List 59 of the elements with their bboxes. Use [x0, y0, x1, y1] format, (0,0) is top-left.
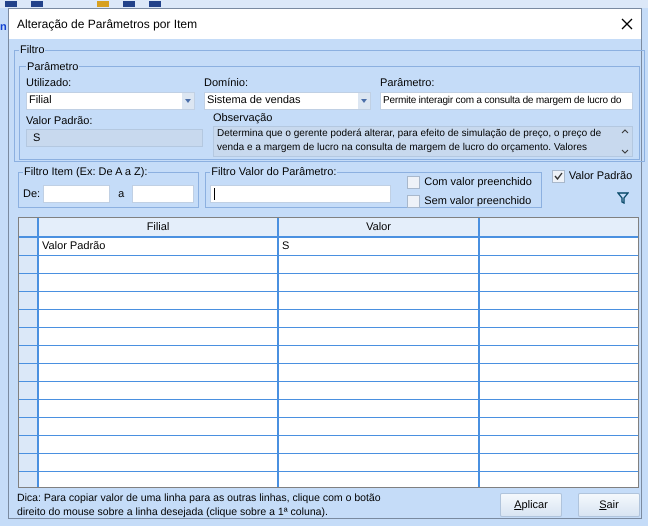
- text-field[interactable]: Permite interagir com a consulta de margem de lucro do: [380, 92, 633, 110]
- row-header[interactable]: [19, 435, 38, 453]
- dropdown-arrow-icon: [185, 98, 191, 102]
- text-field[interactable]: [43, 184, 110, 203]
- row-header[interactable]: [19, 453, 38, 471]
- field-label: Valor Padrão:: [26, 114, 94, 128]
- column-header[interactable]: Valor: [278, 218, 479, 237]
- row-header[interactable]: [19, 381, 38, 399]
- row-header[interactable]: [19, 273, 38, 291]
- dropdown[interactable]: Filial: [26, 92, 195, 110]
- field-label: Domínio:: [204, 76, 250, 91]
- check-icon: [554, 172, 563, 180]
- field-label: a: [118, 186, 124, 202]
- dialog-button[interactable]: Sair: [578, 493, 640, 517]
- row-header[interactable]: [19, 417, 38, 435]
- dropdown-arrow-icon: [361, 98, 367, 102]
- toolbar-icon[interactable]: [4, 1, 18, 7]
- row-header[interactable]: [19, 291, 38, 309]
- checkbox-label: Valor Padrão: [568, 169, 632, 184]
- row-header[interactable]: [19, 327, 38, 345]
- checkbox[interactable]: [407, 176, 420, 189]
- field-label: Parâmetro:: [380, 76, 436, 91]
- group-label: Filtro Item (Ex: De A a Z):: [23, 165, 148, 180]
- hint-text: Dica: Para copiar valor de uma linha para as outras linhas, clique com o botão direito do mouse sobre a linha desejada (clique sobre a 1ª coluna).: [17, 491, 382, 519]
- checkbox[interactable]: [407, 194, 420, 208]
- heading-fragment: n: [0, 22, 7, 33]
- row-header[interactable]: [19, 255, 38, 273]
- dialog-button[interactable]: Aplicar: [500, 493, 562, 517]
- field-label: Observação: [213, 110, 274, 126]
- table-cell: Valor Padrão: [42, 240, 106, 252]
- scroll-up-icon[interactable]: [621, 129, 629, 134]
- group-label: Filtro: [19, 43, 46, 58]
- column-header[interactable]: Filial: [38, 218, 278, 237]
- row-header[interactable]: [19, 345, 38, 363]
- toolbar-icon[interactable]: [122, 1, 136, 7]
- row-header[interactable]: [19, 309, 38, 327]
- checkbox-label: Com valor preenchido: [424, 175, 532, 190]
- row-header[interactable]: [19, 399, 38, 417]
- notes-area[interactable]: Determina que o gerente poderá alterar, para efeito de simulação de preço, o preço de venda e a margem de lucro na consulta de margem de lucro do orçamento. Valores: [213, 126, 633, 157]
- checkbox[interactable]: [552, 170, 565, 183]
- field-label: De:: [23, 186, 40, 202]
- group-label: Parâmetro: [26, 60, 80, 74]
- filter-icon[interactable]: [617, 192, 630, 204]
- field-label: Utilizado:: [26, 76, 72, 91]
- row-header[interactable]: [19, 471, 38, 487]
- dropdown[interactable]: Sistema de vendas: [204, 92, 371, 110]
- close-icon[interactable]: [621, 18, 633, 30]
- text-field[interactable]: [132, 184, 194, 203]
- toolbar-icon[interactable]: [30, 1, 44, 7]
- scroll-down-icon[interactable]: [621, 149, 629, 154]
- checkbox-label: Sem valor preenchido: [424, 194, 532, 209]
- readonly-field: S: [26, 129, 203, 147]
- text-field[interactable]: [210, 184, 392, 203]
- group-label: Filtro Valor do Parâmetro:: [210, 165, 338, 180]
- row-header[interactable]: [19, 237, 38, 255]
- window-title: Alteração de Parâmetros por Item: [17, 16, 198, 33]
- row-header[interactable]: [19, 363, 38, 381]
- table-cell: S: [282, 240, 290, 252]
- toolbar-icon[interactable]: [148, 1, 162, 7]
